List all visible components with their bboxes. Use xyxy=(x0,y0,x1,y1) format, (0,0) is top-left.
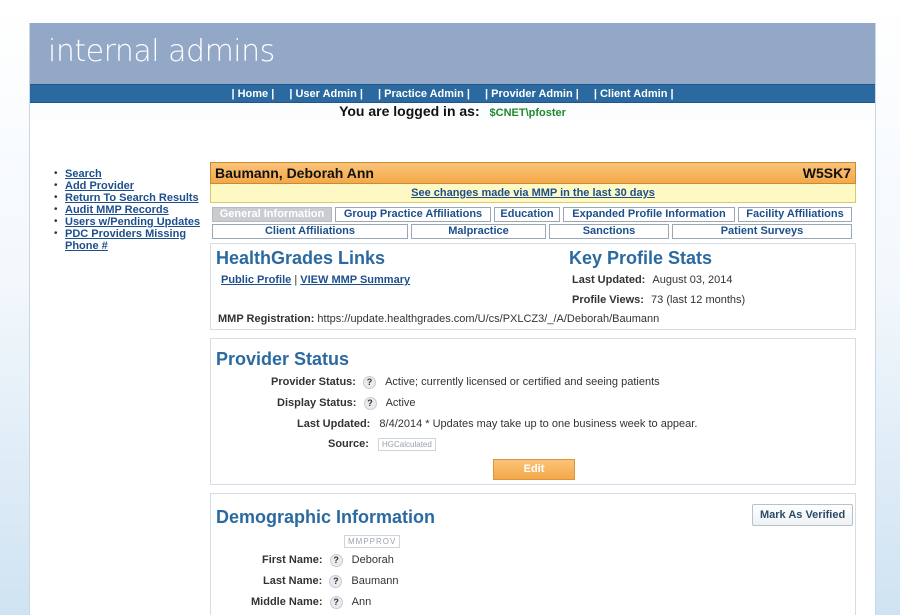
middle-name-label: Middle Name: xyxy=(251,596,323,608)
tab-group-practice[interactable]: Group Practice Affiliations xyxy=(335,207,491,222)
sidebar-link-missing-phone[interactable]: PDC Providers Missing xyxy=(65,228,186,240)
display-status-row: Display Status: ? Active xyxy=(277,397,416,410)
edit-button[interactable]: Edit xyxy=(493,459,575,480)
stats-last-updated-row: Last Updated: August 03, 2014 xyxy=(572,274,733,286)
sidebar-item-add-provider: Add Provider xyxy=(52,180,202,192)
tab-malpractice[interactable]: Malpractice xyxy=(411,224,546,239)
first-name-value: Deborah xyxy=(351,554,394,566)
source-label: Source: xyxy=(328,438,369,450)
sidebar-link-add-provider[interactable]: Add Provider xyxy=(65,180,134,192)
stats-last-updated-label: Last Updated: xyxy=(572,274,646,286)
changes-link[interactable]: See changes made via MMP in the last 30 … xyxy=(411,187,655,199)
tab-education[interactable]: Education xyxy=(494,207,560,222)
mmp-registration-url: https://update.healthgrades.com/U/cs/PXL… xyxy=(317,313,660,325)
profile-tabs: General Information Group Practice Affil… xyxy=(210,207,856,243)
source-row: Source: HGCalculated xyxy=(328,438,436,451)
mmp-registration-label: MMP Registration: xyxy=(218,313,315,325)
status-last-updated-value: 8/4/2014 * Updates may take up to one bu… xyxy=(379,418,698,430)
last-name-help-icon[interactable]: ? xyxy=(329,575,343,588)
stats-views-row: Profile Views: 73 (last 12 months) xyxy=(572,294,745,306)
mmpprov-tag: MMPPROV xyxy=(344,535,401,548)
provider-name-bar: Baumann, Deborah Ann W5SK7 xyxy=(210,162,856,184)
app-title: internal admins xyxy=(48,34,275,69)
stats-views-note: (last 12 months) xyxy=(666,294,746,306)
last-name-row: Last Name: ? Baumann xyxy=(263,575,399,588)
tab-client-affiliations[interactable]: Client Affiliations xyxy=(212,224,408,239)
login-user: $CNET\pfoster xyxy=(489,107,566,119)
nav-client-admin[interactable]: | Client Admin | xyxy=(594,88,674,100)
login-status: You are logged in as: $CNET\pfoster xyxy=(30,103,875,121)
sidebar-link-pending[interactable]: Users w/Pending Updates xyxy=(65,216,200,228)
sidebar-item-return: Return To Search Results xyxy=(52,192,202,204)
provider-code: W5SK7 xyxy=(802,165,851,181)
mark-verified-button[interactable]: Mark As Verified xyxy=(752,504,854,526)
display-status-help-icon[interactable]: ? xyxy=(363,397,377,410)
changes-bar: See changes made via MMP in the last 30 … xyxy=(210,184,856,203)
tab-facility-affiliations[interactable]: Facility Affiliations xyxy=(738,207,852,222)
middle-name-help-icon[interactable]: ? xyxy=(329,596,343,609)
provider-name: Baumann, Deborah Ann xyxy=(215,165,374,181)
mmp-registration-row: MMP Registration: https://update.healthg… xyxy=(218,313,659,325)
main-content: Baumann, Deborah Ann W5SK7 See changes m… xyxy=(210,162,856,615)
page-frame: internal admins | Home | | User Admin | … xyxy=(29,23,876,615)
tab-sanctions[interactable]: Sanctions xyxy=(549,224,669,239)
display-status-label: Display Status: xyxy=(277,397,357,409)
sidebar-link-search[interactable]: Search xyxy=(65,168,102,180)
sidebar-link-return[interactable]: Return To Search Results xyxy=(65,192,199,204)
login-label: You are logged in as: xyxy=(339,103,480,119)
app-banner: internal admins xyxy=(30,23,875,84)
mmpprov-tag-text: MMPPROV xyxy=(344,535,401,548)
stats-title: Key Profile Stats xyxy=(569,248,713,268)
links-row: Public Profile | VIEW MMP Summary xyxy=(221,274,410,286)
first-name-help-icon[interactable]: ? xyxy=(329,554,343,567)
links-stats-box: HealthGrades Links Public Profile | VIEW… xyxy=(210,243,856,330)
last-name-value: Baumann xyxy=(351,575,399,587)
nav-provider-admin[interactable]: | Provider Admin | xyxy=(485,88,579,100)
links-title: HealthGrades Links xyxy=(216,248,386,268)
status-last-updated-row: Last Updated: 8/4/2014 * Updates may tak… xyxy=(297,418,697,430)
stats-views-label: Profile Views: xyxy=(572,294,644,306)
stats-last-updated: August 03, 2014 xyxy=(652,274,733,286)
tab-general-information[interactable]: General Information xyxy=(212,207,332,222)
provider-status-label: Provider Status: xyxy=(271,376,356,388)
stats-views: 73 xyxy=(651,294,664,306)
middle-name-row: Middle Name: ? Ann xyxy=(251,596,371,609)
provider-status-help-icon[interactable]: ? xyxy=(363,376,377,389)
sidebar-item-missing-phone: PDC Providers MissingPhone # xyxy=(52,228,202,252)
last-name-label: Last Name: xyxy=(263,575,323,587)
sidebar-item-search: Search xyxy=(52,168,202,180)
first-name-row: First Name: ? Deborah xyxy=(262,554,394,567)
sidebar-link-missing-phone-2[interactable]: Phone # xyxy=(65,240,108,252)
provider-status-value: Active; currently licensed or certified … xyxy=(385,376,660,388)
main-nav: | Home | | User Admin | | Practice Admin… xyxy=(30,84,875,103)
tab-expanded-profile[interactable]: Expanded Profile Information xyxy=(563,207,735,222)
nav-user-admin[interactable]: | User Admin | xyxy=(289,88,363,100)
sidebar-item-audit: Audit MMP Records xyxy=(52,204,202,216)
tab-patient-surveys[interactable]: Patient Surveys xyxy=(672,224,852,239)
sidebar-item-pending: Users w/Pending Updates xyxy=(52,216,202,228)
provider-status-title: Provider Status xyxy=(216,349,350,369)
middle-name-value: Ann xyxy=(351,596,372,608)
nav-home[interactable]: | Home | xyxy=(231,88,274,100)
sidebar: Search Add Provider Return To Search Res… xyxy=(52,168,202,252)
mmp-summary-link[interactable]: VIEW MMP Summary xyxy=(300,274,410,286)
first-name-label: First Name: xyxy=(262,554,323,566)
display-status-value: Active xyxy=(385,397,416,409)
status-last-updated-label: Last Updated: xyxy=(297,418,371,430)
provider-status-box: Provider Status Provider Status: ? Activ… xyxy=(210,338,856,485)
public-profile-link[interactable]: Public Profile xyxy=(221,274,291,286)
sidebar-link-audit[interactable]: Audit MMP Records xyxy=(65,204,169,216)
source-value: HGCalculated xyxy=(378,438,436,451)
links-separator: | xyxy=(294,274,298,286)
nav-practice-admin[interactable]: | Practice Admin | xyxy=(378,88,470,100)
demographic-box: Demographic Information Mark As Verified… xyxy=(210,493,856,615)
provider-status-row: Provider Status: ? Active; currently lic… xyxy=(271,376,660,389)
demographic-title: Demographic Information xyxy=(216,507,436,527)
